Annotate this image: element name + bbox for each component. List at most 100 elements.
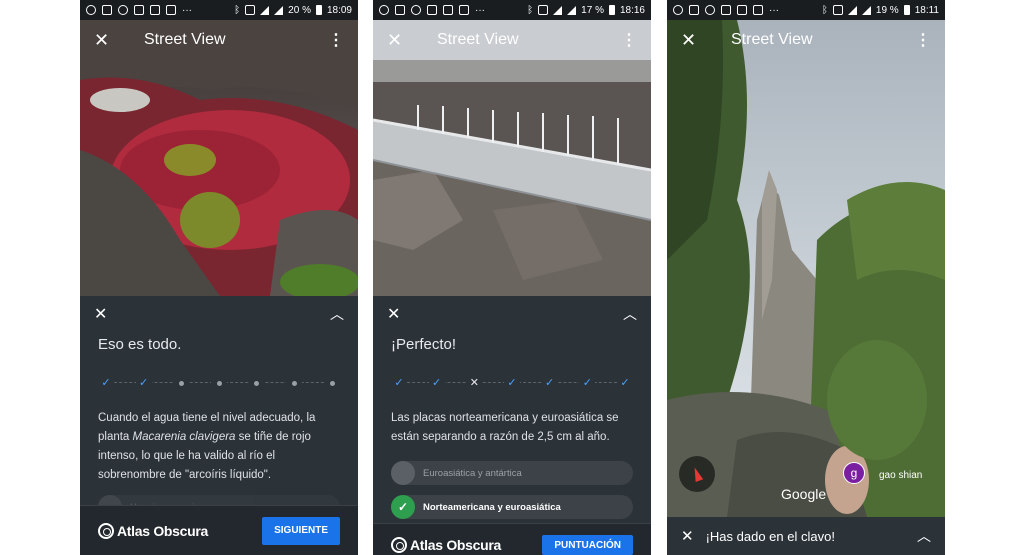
progress-steps: ✓ ✓ — [98, 375, 340, 391]
fact-text: Cuando el agua tiene el nivel adecuado, … — [98, 412, 316, 481]
top-app-bar: ✕ Street View ⋮ — [373, 20, 651, 60]
atlas-obscura-logo: Atlas Obscura — [98, 522, 209, 539]
chevron-up-icon[interactable]: ︿ — [330, 304, 344, 324]
vibrate-icon — [832, 5, 843, 15]
sync-icon — [411, 5, 421, 15]
compass-icon[interactable] — [679, 456, 715, 492]
logo-text: Atlas Obscura — [410, 537, 502, 553]
option-label: Euroasiática y antártica — [423, 467, 522, 479]
image-icon — [721, 5, 731, 15]
score-button[interactable]: PUNTUACIÓN — [542, 535, 633, 555]
compass-needle-icon — [690, 466, 704, 482]
logo-text: Atlas Obscura — [117, 522, 209, 539]
top-app-bar: ✕ Street View ⋮ — [80, 20, 358, 60]
step-check-icon: ✓ — [504, 375, 520, 391]
phone-screen-2: ··· ᛒ 17 % 18:16 ✕ Street View ⋮ ✕ ︿ ¡Pe… — [373, 0, 651, 555]
next-button[interactable]: SIGUIENTE — [262, 516, 340, 545]
quiz-panel: ✕ ︿ Eso es todo. ✓ ✓ Cuando el agua tiene… — [80, 296, 358, 519]
status-time: 18:11 — [914, 4, 939, 16]
step-check-icon: ✓ — [391, 375, 407, 391]
step-check-icon: ✓ — [135, 375, 152, 391]
close-panel-icon[interactable]: ✕ — [387, 304, 400, 324]
step-check-icon: ✓ — [579, 375, 596, 391]
step-check-icon: ✓ — [428, 375, 445, 391]
street-view-image-river[interactable] — [80, 20, 358, 296]
status-time: 18:16 — [619, 4, 645, 16]
status-bar: ··· ᛒ 19 % 18:11 — [667, 0, 945, 20]
step-check-icon: ✓ — [98, 375, 114, 391]
answer-option-correct[interactable]: ✓ Norteamericana y euroasiática — [391, 495, 633, 519]
avatar[interactable]: g — [843, 462, 865, 484]
quiz-panel: ✕ ︿ ¡Perfecto! ✓ ✓ ✕ ✓ ✓ ✓ ✓ Las placas nortea… — [373, 296, 651, 525]
atlas-obscura-logo-icon — [98, 522, 114, 539]
vibrate-icon — [538, 5, 549, 15]
phone-screen-1: ··· ᛒ 20 % 18:09 ✕ Street View ⋮ ✕ ︿ Eso… — [80, 0, 358, 555]
fact-text: Las placas norteamericana y euroasiática… — [391, 412, 619, 443]
message-icon — [395, 5, 405, 15]
panel-header: ✕ ︿ — [373, 296, 651, 332]
phone-screen-3: ··· ᛒ 19 % 18:11 ✕ Street View ⋮ Google … — [667, 0, 945, 555]
bluetooth-icon: ᛒ — [527, 4, 534, 16]
notification-icons: ··· — [379, 5, 485, 16]
step-pending-dot — [173, 375, 190, 391]
signal-icon — [861, 5, 871, 15]
close-icon[interactable]: ✕ — [681, 30, 701, 51]
step-wrong-icon: ✕ — [466, 375, 483, 391]
close-icon[interactable]: ✕ — [681, 527, 694, 545]
street-view-image-bridge[interactable] — [373, 20, 651, 296]
gmail-icon — [737, 5, 747, 15]
wifi-icon — [847, 5, 857, 15]
status-bar: ··· ᛒ 20 % 18:09 — [80, 0, 358, 20]
battery-icon — [315, 5, 322, 15]
image-icon — [427, 5, 437, 15]
step-check-icon: ✓ — [617, 375, 633, 391]
close-icon[interactable]: ✕ — [387, 30, 407, 51]
page-title: Street View — [144, 31, 226, 48]
step-pending-dot — [211, 375, 227, 391]
chevron-up-icon[interactable]: ︿ — [917, 526, 931, 546]
more-notifications-icon: ··· — [769, 4, 779, 16]
battery-percent: 19 % — [875, 4, 899, 16]
google-watermark: Google — [781, 486, 827, 502]
battery-icon — [903, 5, 910, 15]
message-icon — [102, 5, 112, 15]
more-vert-icon[interactable]: ⋮ — [915, 30, 931, 50]
wifi-icon — [260, 5, 270, 15]
more-vert-icon[interactable]: ⋮ — [328, 30, 344, 50]
step-pending-dot — [248, 375, 265, 391]
panel-header: ✕ ︿ — [80, 296, 358, 332]
more-notifications-icon: ··· — [182, 4, 192, 16]
bluetooth-icon: ᛒ — [234, 4, 241, 16]
panel-footer: Atlas Obscura SIGUIENTE — [80, 505, 358, 555]
photo-author[interactable]: gao shian — [879, 470, 922, 481]
car-icon — [459, 5, 469, 15]
answer-option-incorrect[interactable]: Euroasiática y antártica — [391, 461, 633, 485]
page-title: Street View — [731, 31, 813, 48]
more-notifications-icon: ··· — [475, 4, 485, 16]
battery-percent: 17 % — [581, 4, 604, 16]
notification-icons: ··· — [673, 5, 779, 16]
whatsapp-icon — [379, 5, 389, 15]
vibrate-icon — [245, 5, 256, 15]
atlas-obscura-logo-icon — [391, 537, 407, 553]
system-icons: ᛒ 17 % 18:16 — [527, 5, 645, 16]
more-vert-icon[interactable]: ⋮ — [621, 30, 637, 50]
image-icon — [134, 5, 144, 15]
step-pending-dot — [286, 375, 303, 391]
close-icon[interactable]: ✕ — [94, 30, 114, 51]
step-check-icon: ✓ — [541, 375, 558, 391]
notification-icons: ··· — [86, 5, 192, 16]
car-icon — [753, 5, 763, 15]
street-view-image-rock[interactable] — [667, 20, 945, 517]
signal-icon — [567, 5, 577, 15]
page-title: Street View — [437, 31, 519, 48]
panel-title: ¡Perfecto! — [391, 336, 457, 353]
atlas-obscura-logo: Atlas Obscura — [391, 537, 501, 553]
option-label: Norteamericana y euroasiática — [423, 501, 561, 513]
chevron-up-icon[interactable]: ︿ — [623, 304, 637, 324]
system-icons: ᛒ 19 % 18:11 — [822, 5, 939, 16]
panel-title: Eso es todo. — [98, 336, 182, 353]
step-pending-dot — [324, 375, 340, 391]
status-bar: ··· ᛒ 17 % 18:16 — [373, 0, 651, 20]
close-panel-icon[interactable]: ✕ — [94, 304, 107, 324]
